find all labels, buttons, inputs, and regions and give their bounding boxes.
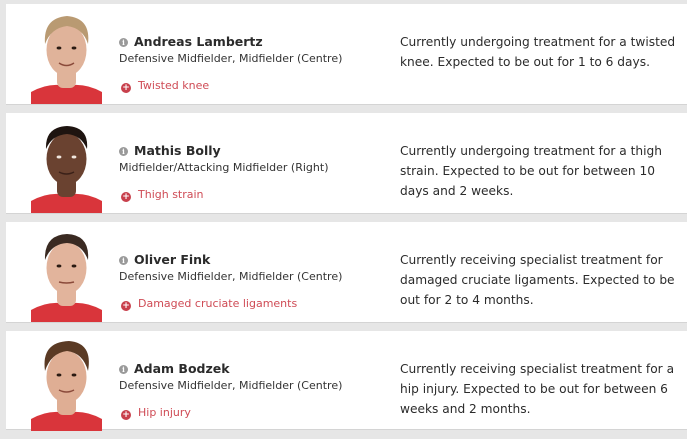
player-face-image [31, 16, 102, 104]
player-name[interactable]: Oliver Fink [134, 252, 210, 267]
player-face-image [31, 234, 102, 322]
injury-type: Twisted knee [138, 79, 210, 92]
player-name[interactable]: Mathis Bolly [134, 143, 221, 158]
player-row[interactable]: i Adam Bodzek Defensive Midfielder, Midfi… [6, 331, 687, 431]
info-icon[interactable]: i [119, 147, 128, 156]
player-position: Defensive Midfielder, Midfielder (Centre… [119, 52, 343, 65]
player-photo[interactable] [31, 228, 102, 322]
injury-cross-icon: + [121, 192, 131, 202]
injury-description: Currently undergoing treatment for a twi… [400, 35, 676, 69]
injury-type: Thigh strain [138, 188, 204, 201]
player-name[interactable]: Andreas Lambertz [134, 34, 263, 49]
player-photo[interactable] [31, 119, 102, 213]
player-face-image [31, 126, 102, 213]
injury-description: Currently receiving specialist treatment… [400, 362, 675, 416]
info-icon[interactable]: i [119, 38, 128, 47]
injury-type: Hip injury [138, 406, 191, 419]
player-position: Midfielder/Attacking Midfielder (Right) [119, 161, 329, 174]
injury-cross-icon: + [121, 410, 131, 420]
injury-type: Damaged cruciate ligaments [138, 297, 298, 310]
player-row[interactable]: i Andreas Lambertz Defensive Midfielder, … [6, 4, 687, 105]
info-icon[interactable]: i [119, 256, 128, 265]
player-row[interactable]: i Mathis Bolly Midfielder/Attacking Midfi… [6, 113, 687, 214]
player-photo[interactable] [31, 337, 102, 431]
player-face-image [31, 341, 102, 431]
player-position: Defensive Midfielder, Midfielder (Centre… [119, 270, 343, 283]
player-row[interactable]: i Oliver Fink Defensive Midfielder, Midfi… [6, 222, 687, 323]
info-icon[interactable]: i [119, 365, 128, 374]
player-position: Defensive Midfielder, Midfielder (Centre… [119, 379, 343, 392]
injury-description: Currently receiving specialist treatment… [400, 253, 675, 307]
injury-cross-icon: + [121, 83, 131, 93]
injury-list: i Andreas Lambertz Defensive Midfielder, … [0, 0, 687, 439]
injury-cross-icon: + [121, 301, 131, 311]
injury-description: Currently undergoing treatment for a thi… [400, 144, 662, 198]
player-name[interactable]: Adam Bodzek [134, 361, 230, 376]
player-photo[interactable] [31, 10, 102, 104]
